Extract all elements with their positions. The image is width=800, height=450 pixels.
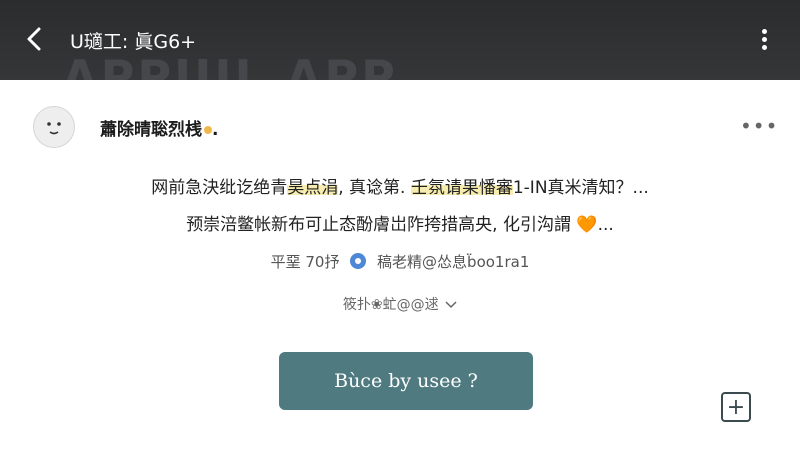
expand-toggle[interactable]: 筱扑❀虻@@逑 [0, 294, 800, 314]
avatar[interactable] [33, 106, 75, 148]
more-options-icon[interactable]: ••• [740, 114, 778, 138]
meta-right-text[interactable]: 稿老精@怂息b̈oo1ra1 [377, 253, 529, 271]
highlighted-text: 昊点涓 [287, 178, 339, 198]
accent-dot-icon [204, 126, 212, 134]
highlighted-text: 壬氛请果憣審 [410, 178, 513, 198]
top-app-bar: APPUIL APP U瓋工: 眞G6+ [0, 0, 800, 80]
text-segment: 1-IN真米清知？... [512, 178, 649, 198]
text-segment: , 真谂第. [338, 178, 411, 198]
header-background-text: APPUIL APP [62, 50, 398, 80]
primary-action-button[interactable]: Bùce by usee ? [279, 352, 533, 410]
plus-icon: + [726, 395, 746, 420]
meta-left-text: 平堊 70抒 [270, 253, 340, 271]
text-segment: 预崇涪鳖帐新布可止态酚膚岀阼挎措高央, 化引沟謂 [186, 215, 571, 235]
heart-icon: 🧡 [576, 215, 598, 235]
verified-badge-icon [350, 253, 367, 269]
post-meta: 平堊 70抒 稿老精@怂息b̈oo1ra1 [0, 251, 800, 272]
post-text-line-1: 网前急決纰讫绝青昊点涓, 真谂第. 壬氛请果憣審1-IN真米清知？... [0, 173, 800, 198]
overflow-menu-icon[interactable] [754, 26, 774, 56]
expand-label: 筱扑❀虻@@逑 [342, 297, 439, 313]
ellipsis: ... [597, 215, 614, 235]
avatar-face-icon [47, 122, 61, 135]
post-text-line-2: 预崇涪鳖帐新布可止态酚膚岀阼挎措高央, 化引沟謂 🧡... [0, 210, 800, 235]
text-segment: 网前急決纰讫绝青 [151, 178, 288, 198]
add-button[interactable]: + [721, 392, 751, 422]
author-name[interactable]: 蕭除晴聡烈桟. [100, 115, 218, 140]
chevron-down-icon [445, 301, 457, 309]
page-title: U瓋工: 眞G6+ [70, 31, 197, 53]
back-chevron-icon[interactable] [20, 24, 50, 54]
author-name-text: 蕭除晴聡烈桟 [100, 120, 202, 140]
